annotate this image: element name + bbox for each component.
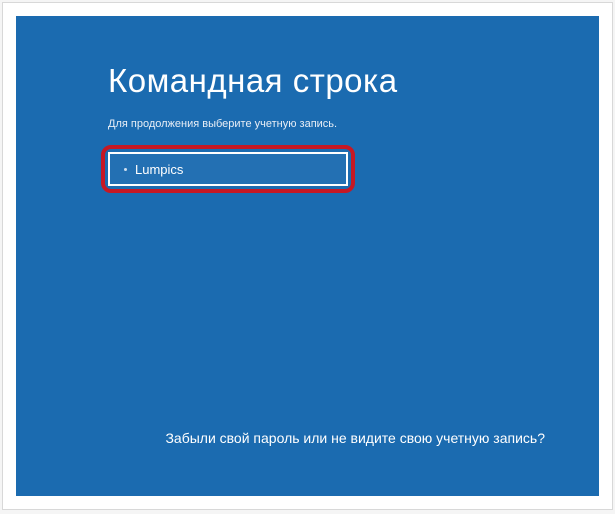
window-frame: Командная строка Для продолжения выберит… (2, 2, 613, 510)
forgot-password-link[interactable]: Забыли свой пароль или не видите свою уч… (165, 430, 545, 446)
recovery-screen: Командная строка Для продолжения выберит… (16, 16, 599, 496)
account-item-lumpics[interactable]: Lumpics (108, 152, 348, 186)
bullet-icon (124, 168, 127, 171)
account-label: Lumpics (135, 162, 183, 177)
account-list: Lumpics (108, 152, 348, 186)
page-subtitle: Для продолжения выберите учетную запись. (108, 118, 507, 130)
page-title: Командная строка (108, 62, 507, 100)
